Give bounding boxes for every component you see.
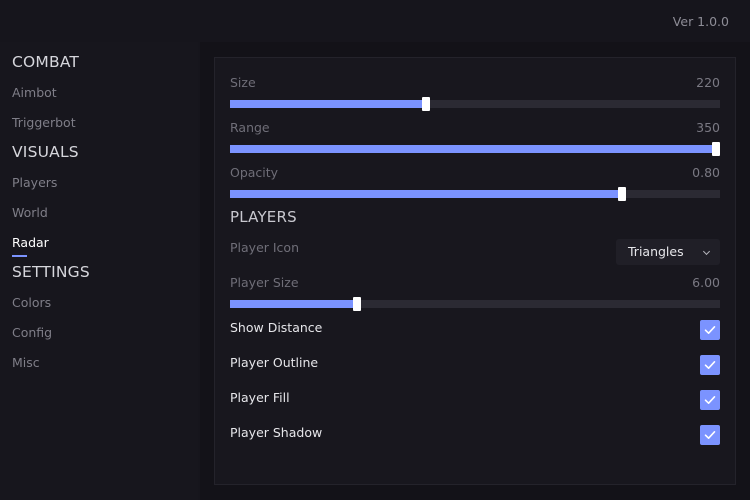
range-value: 350 <box>696 120 720 135</box>
checkmark-icon <box>704 396 716 404</box>
range-slider[interactable] <box>230 142 720 156</box>
size-slider-fill <box>230 100 426 108</box>
player-icon-dropdown[interactable]: Triangles <box>616 239 720 265</box>
opacity-label: Opacity <box>230 165 279 180</box>
player-outline-label: Player Outline <box>230 355 319 370</box>
checkmark-icon <box>704 326 716 334</box>
sidebar-item-world[interactable]: World <box>12 205 48 220</box>
players-section-title: PLAYERS <box>230 208 297 226</box>
range-slider-thumb[interactable] <box>712 142 720 156</box>
opacity-slider-fill <box>230 190 622 198</box>
player-icon-selected: Triangles <box>628 244 684 259</box>
checkmark-icon <box>704 361 716 369</box>
player-size-value: 6.00 <box>692 275 720 290</box>
player-shadow-label: Player Shadow <box>230 425 323 440</box>
player-icon-label: Player Icon <box>230 240 300 255</box>
size-label: Size <box>230 75 256 90</box>
sidebar-item-players[interactable]: Players <box>12 175 57 190</box>
radar-settings-panel <box>214 57 736 485</box>
player-outline-checkbox[interactable] <box>700 355 720 375</box>
player-size-slider-fill <box>230 300 357 308</box>
chevron-down-icon <box>702 247 711 256</box>
checkmark-icon <box>704 431 716 439</box>
sidebar-item-colors[interactable]: Colors <box>12 295 51 310</box>
version-label: Ver 1.0.0 <box>672 14 729 29</box>
player-shadow-checkbox[interactable] <box>700 425 720 445</box>
sidebar-item-triggerbot[interactable]: Triggerbot <box>12 115 76 130</box>
player-size-slider-thumb[interactable] <box>353 297 361 311</box>
sidebar-item-config[interactable]: Config <box>12 325 52 340</box>
sidebar-item-misc[interactable]: Misc <box>12 355 40 370</box>
sidebar-item-aimbot[interactable]: Aimbot <box>12 85 57 100</box>
size-slider-thumb[interactable] <box>422 97 430 111</box>
size-value: 220 <box>696 75 720 90</box>
player-fill-label: Player Fill <box>230 390 290 405</box>
opacity-slider-thumb[interactable] <box>618 187 626 201</box>
player-size-slider[interactable] <box>230 297 720 311</box>
opacity-value: 0.80 <box>692 165 720 180</box>
show-distance-label: Show Distance <box>230 320 323 335</box>
show-distance-checkbox[interactable] <box>700 320 720 340</box>
opacity-slider[interactable] <box>230 187 720 201</box>
sidebar-section-combat: COMBAT <box>12 53 80 71</box>
range-slider-fill <box>230 145 720 153</box>
sidebar-section-settings: SETTINGS <box>12 263 90 281</box>
top-bar: Ver 1.0.0 <box>0 0 750 42</box>
player-fill-checkbox[interactable] <box>700 390 720 410</box>
active-item-indicator <box>12 255 27 257</box>
range-label: Range <box>230 120 270 135</box>
sidebar-section-visuals: VISUALS <box>12 143 79 161</box>
sidebar-item-radar[interactable]: Radar <box>12 235 49 250</box>
player-size-label: Player Size <box>230 275 299 290</box>
size-slider[interactable] <box>230 97 720 111</box>
